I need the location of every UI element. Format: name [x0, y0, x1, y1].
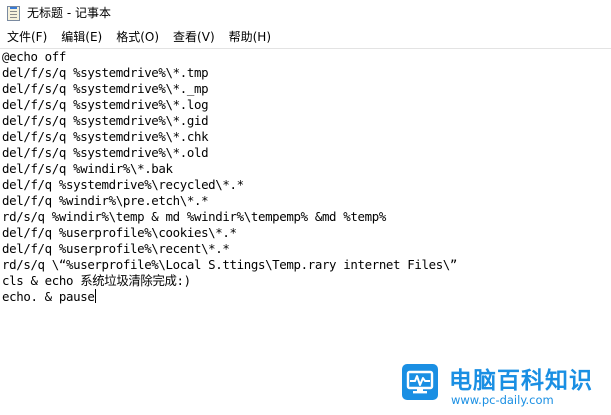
menu-file[interactable]: 文件(F) — [0, 26, 54, 48]
editor-line: del/f/q %systemdrive%\recycled\*.* — [2, 177, 244, 192]
notepad-icon — [7, 5, 20, 21]
menu-edit[interactable]: 编辑(E) — [54, 26, 109, 48]
editor-line: rd/s/q \“%userprofile%\Local S.ttings\Te… — [2, 257, 458, 272]
window-title: 无标题 - 记事本 — [27, 6, 111, 20]
editor-line-text: echo. & pause — [2, 289, 95, 304]
watermark-url: www.pc-daily.com — [451, 393, 554, 407]
editor-line: @echo off — [2, 49, 66, 64]
editor-line: del/f/s/q %systemdrive%\*.tmp — [2, 65, 209, 80]
menu-view[interactable]: 查看(V) — [166, 26, 222, 48]
monitor-pulse-icon — [402, 364, 438, 400]
editor-line: del/f/s/q %systemdrive%\*.log — [2, 97, 209, 112]
editor-line: rd/s/q %windir%\temp & md %windir%\tempe… — [2, 209, 386, 224]
editor-line: del/f/q %userprofile%\recent\*.* — [2, 241, 230, 256]
editor-line: del/f/q %windir%\pre.etch\*.* — [2, 193, 209, 208]
editor-line: del/f/s/q %systemdrive%\*.chk — [2, 129, 209, 144]
title-bar[interactable]: 无标题 - 记事本 — [0, 0, 611, 26]
editor-line: del/f/s/q %systemdrive%\*._mp — [2, 81, 209, 96]
menu-format[interactable]: 格式(O) — [109, 26, 166, 48]
menu-bar: 文件(F) 编辑(E) 格式(O) 查看(V) 帮助(H) — [0, 26, 611, 49]
text-caret — [95, 289, 97, 303]
editor-line: del/f/q %userprofile%\cookies\*.* — [2, 225, 237, 240]
watermark-title: 电脑百科知识 — [449, 368, 593, 394]
editor-line-last: echo. & pause — [0, 289, 611, 305]
editor-line: del/f/s/q %windir%\*.bak — [2, 161, 173, 176]
menu-help[interactable]: 帮助(H) — [222, 26, 278, 48]
editor-line: del/f/s/q %systemdrive%\*.gid — [2, 113, 209, 128]
editor-line: del/f/s/q %systemdrive%\*.old — [2, 145, 209, 160]
editor-line: cls & echo 系统垃圾清除完成:) — [2, 273, 191, 288]
watermark: 电脑百科知识 www.pc-daily.com — [394, 356, 611, 415]
